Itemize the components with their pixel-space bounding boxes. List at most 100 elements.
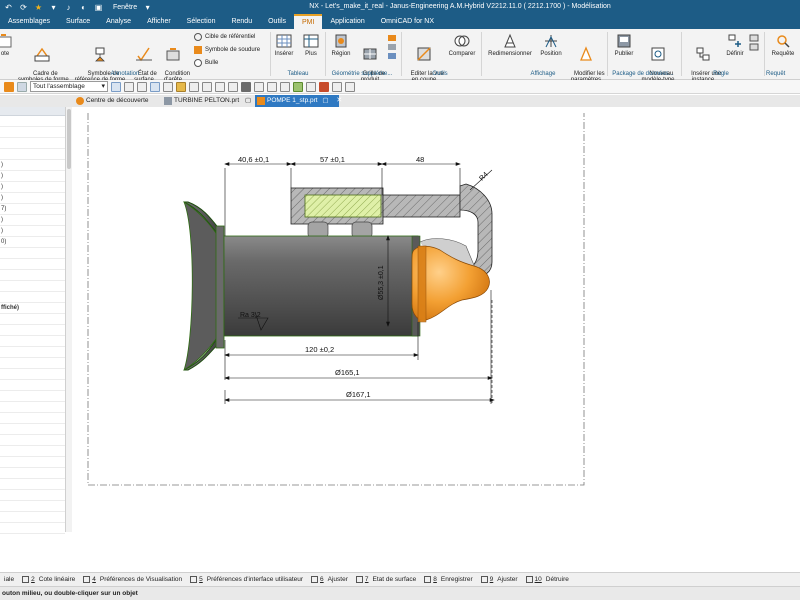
filter-icon[interactable] xyxy=(17,81,27,92)
navigator-row[interactable] xyxy=(0,314,65,325)
clip-icon[interactable] xyxy=(254,81,264,92)
navigator-row[interactable]: ) xyxy=(0,160,65,171)
navigator-row[interactable] xyxy=(0,457,65,468)
navigator-row[interactable] xyxy=(0,358,65,369)
shortcut-2[interactable]: 2 Cote linéaire xyxy=(18,576,79,583)
navigator-row[interactable]: ) xyxy=(0,182,65,193)
navigator-row[interactable] xyxy=(0,380,65,391)
symbole-soudure-button[interactable]: Symbole de soudure xyxy=(194,46,260,54)
tab-afficher[interactable]: Afficher xyxy=(139,14,179,29)
shortcut-1[interactable]: iale xyxy=(0,576,18,583)
shortcut-4[interactable]: 4 Préférences de Visualisation xyxy=(79,576,186,583)
pick-icon[interactable] xyxy=(150,81,160,92)
navigator-row[interactable] xyxy=(0,490,65,501)
show-hide-icon[interactable] xyxy=(280,81,290,92)
deselect-icon[interactable] xyxy=(137,81,147,92)
publier-button[interactable]: Publier xyxy=(610,33,638,58)
note-button[interactable]: ote xyxy=(0,33,14,58)
definir-button[interactable]: Définir xyxy=(722,33,748,58)
menu-icon[interactable] xyxy=(4,81,14,92)
dim-top-mid[interactable]: 57 ±0,1 xyxy=(320,155,345,164)
tab-outils[interactable]: Outils xyxy=(260,14,294,29)
navigator-row[interactable]: ) xyxy=(0,171,65,182)
dim-120[interactable]: 120 ±0,2 xyxy=(305,345,334,354)
navigator-row[interactable] xyxy=(0,369,65,380)
dim-top-right[interactable]: 48 xyxy=(416,155,424,164)
region-button[interactable]: Région xyxy=(328,33,354,58)
window-menu[interactable]: Fenêtre xyxy=(113,4,137,11)
tab-pmi[interactable]: PMI xyxy=(294,14,323,29)
render-style-icon[interactable] xyxy=(241,81,251,92)
redo-icon[interactable]: ⟳ xyxy=(19,3,28,12)
navigator-row[interactable] xyxy=(0,446,65,457)
tab-selection[interactable]: Sélection xyxy=(179,14,224,29)
orient-icon[interactable] xyxy=(228,81,238,92)
geometry-extra-button[interactable] xyxy=(386,33,398,66)
undo-icon[interactable]: ↶ xyxy=(4,3,13,12)
roughness-label[interactable]: Ra 3,2 xyxy=(240,312,261,319)
tab-assemblages[interactable]: Assemblages xyxy=(0,14,58,29)
navigator-row[interactable]: ) xyxy=(0,226,65,237)
select-icon[interactable] xyxy=(111,81,121,92)
tab-surface[interactable]: Surface xyxy=(58,14,98,29)
dim-165[interactable]: Ø165,1 xyxy=(335,368,360,377)
plus-tableau-button[interactable]: Plus xyxy=(300,33,322,58)
inserer-tableau-button[interactable]: Insérer xyxy=(273,33,295,58)
navigator-row[interactable] xyxy=(0,149,65,160)
dim-167[interactable]: Ø167,1 xyxy=(346,390,371,399)
view-icon[interactable] xyxy=(176,81,186,92)
graphics-window[interactable]: 40,6 ±0,1 57 ±0,1 48 R4 Ø55,3 ±0,1 Ra 3,… xyxy=(72,107,800,572)
assembly-filter-dropdown[interactable]: Tout l'assemblage xyxy=(30,81,108,92)
zoom-icon[interactable] xyxy=(163,81,173,92)
tab-omnicad[interactable]: OmniCAD for NX xyxy=(373,14,442,29)
navigator-row[interactable] xyxy=(0,127,65,138)
navigator-row[interactable] xyxy=(0,512,65,523)
tab-centre-decouverte[interactable]: Centre de découverte xyxy=(74,95,158,107)
navigator-row[interactable] xyxy=(0,292,65,303)
dropdown-icon[interactable]: ▾ xyxy=(49,3,58,12)
shortcut-8[interactable]: 8 Enregistrer xyxy=(420,576,476,583)
line-icon[interactable] xyxy=(332,81,342,92)
dim-top-left[interactable]: 40,6 ±0,1 xyxy=(238,155,269,164)
dim-vertical-diameter[interactable]: Ø55,3 ±0,1 xyxy=(378,265,385,300)
tab-application[interactable]: Application xyxy=(322,14,372,29)
close-icon[interactable]: ✕ xyxy=(336,97,342,104)
snap-icon[interactable] xyxy=(306,81,316,92)
shortcut-6[interactable]: 6 Ajuster xyxy=(307,576,352,583)
navigator-row[interactable] xyxy=(0,413,65,424)
navigator-row[interactable] xyxy=(0,479,65,490)
window-menu-dropdown-icon[interactable]: ▾ xyxy=(143,3,152,12)
navigator-row[interactable] xyxy=(0,259,65,270)
window-layout-icon[interactable]: ▣ xyxy=(94,3,103,12)
tab-turbine-pelton[interactable]: TURBINE PELTON.prt ▢ xyxy=(162,95,254,107)
shortcut-5[interactable]: 5 Préférences d'interface utilisateur xyxy=(186,576,307,583)
snap-point-icon[interactable] xyxy=(319,81,329,92)
navigator-row[interactable] xyxy=(0,336,65,347)
select-all-icon[interactable] xyxy=(124,81,134,92)
navigator-row[interactable] xyxy=(0,391,65,402)
navigator-row[interactable] xyxy=(0,325,65,336)
tab-pompe[interactable]: POMPE 1_stp.prt ▢ ✕ xyxy=(255,95,342,107)
bulle-button[interactable]: Bulle xyxy=(194,59,218,67)
navigator-row[interactable] xyxy=(0,248,65,259)
color-icon[interactable] xyxy=(293,81,303,92)
touch-mode-icon[interactable]: ◐ xyxy=(79,3,88,12)
navigator-row[interactable] xyxy=(0,523,65,534)
fit-icon[interactable] xyxy=(189,81,199,92)
shortcut-10[interactable]: 10 Détruire xyxy=(522,576,573,583)
tab-analyse[interactable]: Analyse xyxy=(98,14,139,29)
navigator-row[interactable] xyxy=(0,116,65,127)
navigator-row[interactable] xyxy=(0,347,65,358)
navigator-row[interactable]: ) xyxy=(0,193,65,204)
navigator-row[interactable] xyxy=(0,270,65,281)
requete-button[interactable]: Requête xyxy=(768,33,798,58)
cible-referentiel-button[interactable]: Cible de référentiel xyxy=(194,33,255,41)
curve-icon[interactable] xyxy=(345,81,355,92)
comparer-button[interactable]: Comparer xyxy=(446,33,478,58)
layer-icon[interactable] xyxy=(267,81,277,92)
redimensionner-button[interactable]: Redimensionner xyxy=(484,33,536,58)
favorite-star-icon[interactable]: ★ xyxy=(34,3,43,12)
scrollbar-thumb[interactable] xyxy=(67,109,71,169)
navigator-row[interactable]: 7) xyxy=(0,204,65,215)
navigator-row[interactable] xyxy=(0,138,65,149)
